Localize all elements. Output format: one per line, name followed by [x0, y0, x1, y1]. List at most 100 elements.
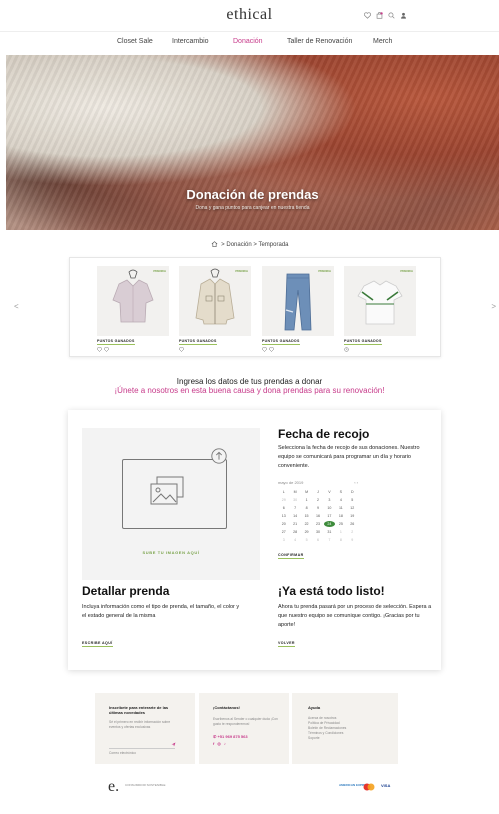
- calendar-day[interactable]: 25: [335, 521, 346, 527]
- hero-banner: Donación de prendas Dona y gana puntos p…: [6, 55, 499, 230]
- donation-form-panel: SUBE TU IMAGEN AQUÍ Fecha de recojo Sele…: [68, 410, 441, 670]
- heart-icon[interactable]: [97, 347, 102, 352]
- breadcrumb-sep: >: [253, 242, 257, 248]
- calendar-day[interactable]: 21: [289, 521, 300, 527]
- calendar-day[interactable]: 24: [323, 521, 336, 527]
- product-card[interactable]: PRENDA PUNTOS GANADOS: [344, 266, 416, 352]
- confirm-date-button[interactable]: CONFIRMAR: [278, 553, 304, 559]
- card-icons: [262, 347, 334, 352]
- calendar-day[interactable]: 7: [324, 537, 335, 543]
- calendar-day[interactable]: 3: [278, 537, 289, 543]
- carousel-next-button[interactable]: >: [491, 302, 496, 311]
- points-label: PUNTOS GANADOS: [97, 339, 135, 345]
- tiktok-icon[interactable]: ♪: [224, 741, 226, 746]
- calendar-day[interactable]: 19: [347, 513, 358, 519]
- product-image[interactable]: PRENDA: [97, 266, 169, 336]
- calendar-day[interactable]: 30: [289, 497, 300, 503]
- heart-icon[interactable]: [179, 347, 184, 352]
- heart-icon[interactable]: [104, 347, 109, 352]
- calendar-day[interactable]: 2: [312, 497, 323, 503]
- calendar-day[interactable]: 1: [335, 529, 346, 535]
- back-link[interactable]: VOLVER: [278, 641, 295, 647]
- calendar-day[interactable]: 8: [301, 505, 312, 511]
- calendar-day[interactable]: 7: [289, 505, 300, 511]
- calendar-day[interactable]: 6: [278, 505, 289, 511]
- calendar-day[interactable]: 3: [324, 497, 335, 503]
- calendar-day[interactable]: 14: [289, 513, 300, 519]
- write-here-link[interactable]: ESCRIBE AQUÍ: [82, 641, 113, 647]
- product-image[interactable]: PRENDA: [344, 266, 416, 336]
- calendar-day[interactable]: 5: [347, 497, 358, 503]
- calendar-day[interactable]: 15: [301, 513, 312, 519]
- calendar-day[interactable]: 20: [278, 521, 289, 527]
- calendar-day[interactable]: 1: [301, 497, 312, 503]
- calendar-day[interactable]: 23: [312, 521, 323, 527]
- calendar-day[interactable]: 13: [278, 513, 289, 519]
- clock-icon[interactable]: [344, 347, 349, 352]
- send-icon[interactable]: [171, 742, 176, 747]
- newsletter-email-input[interactable]: Correo electrónico: [109, 741, 175, 755]
- calendar-day[interactable]: 12: [347, 505, 358, 511]
- calendar-day[interactable]: 18: [335, 513, 346, 519]
- bag-icon[interactable]: [376, 12, 383, 19]
- calendar-day[interactable]: 16: [312, 513, 323, 519]
- image-gallery-icon: [150, 476, 184, 505]
- calendar-day[interactable]: 28: [289, 529, 300, 535]
- calendar-day[interactable]: 2: [347, 529, 358, 535]
- footer-brand-tagline: CONSUMIDOR SOSTENIBLE: [125, 783, 166, 787]
- nav-taller[interactable]: Taller de Renovación: [287, 38, 352, 45]
- calendar-day[interactable]: 6: [312, 537, 323, 543]
- product-card[interactable]: PRENDA PUNTOS GANADOS: [97, 266, 169, 352]
- carousel-prev-button[interactable]: <: [14, 302, 19, 311]
- calendar-nav[interactable]: ‹ ›: [354, 480, 358, 485]
- calendar-day[interactable]: 5: [301, 537, 312, 543]
- heart-icon[interactable]: [262, 347, 267, 352]
- calendar-day[interactable]: 27: [278, 529, 289, 535]
- nav-donacion[interactable]: Donación: [233, 38, 263, 45]
- brand-logo[interactable]: ethical: [0, 6, 499, 24]
- calendar-day[interactable]: 30: [312, 529, 323, 535]
- calendar-day[interactable]: 17: [324, 513, 335, 519]
- product-card[interactable]: PRENDA PUNTOS GANADOS: [262, 266, 334, 352]
- pickup-calendar[interactable]: mayo de 2019 ‹ › L M M J V S D 29 30 1 2 3 4 5 6 7 8 9 10 1…: [278, 480, 358, 560]
- breadcrumb-donacion[interactable]: Donación: [226, 242, 251, 248]
- nav-merch[interactable]: Merch: [373, 38, 392, 45]
- facebook-icon[interactable]: f: [213, 741, 214, 746]
- image-upload-area[interactable]: SUBE TU IMAGEN AQUÍ: [82, 428, 260, 580]
- calendar-day[interactable]: 4: [289, 537, 300, 543]
- instagram-icon[interactable]: ◎: [217, 741, 221, 746]
- calendar-day[interactable]: 31: [324, 529, 335, 535]
- nav-intercambio[interactable]: Intercambio: [172, 38, 209, 45]
- calendar-weekday: J: [317, 490, 319, 494]
- product-image[interactable]: PRENDA: [179, 266, 251, 336]
- product-card[interactable]: PRENDA PUNTOS GANADOS: [179, 266, 251, 352]
- product-carousel: < > PRENDA PUNTOS GANADOS PRENDA PUNTOS …: [14, 257, 496, 357]
- help-link-support[interactable]: Soporte: [308, 736, 346, 741]
- calendar-day[interactable]: 29: [278, 497, 289, 503]
- done-title: ¡Ya está todo listo!: [278, 584, 385, 598]
- calendar-day[interactable]: 4: [335, 497, 346, 503]
- calendar-weekday: M: [293, 490, 297, 494]
- footer-logo[interactable]: e.: [108, 778, 119, 796]
- upload-label[interactable]: SUBE TU IMAGEN AQUÍ: [82, 550, 260, 555]
- upload-cloud-icon: [211, 448, 227, 464]
- home-icon[interactable]: [211, 241, 218, 247]
- calendar-day[interactable]: 26: [347, 521, 358, 527]
- jacket-icon: [195, 268, 235, 325]
- nav-closet-sale[interactable]: Closet Sale: [117, 38, 153, 45]
- heart-icon[interactable]: [364, 12, 371, 19]
- product-image[interactable]: PRENDA: [262, 266, 334, 336]
- points-label: PUNTOS GANADOS: [179, 339, 217, 345]
- calendar-day[interactable]: 22: [301, 521, 312, 527]
- search-icon[interactable]: [388, 12, 395, 19]
- heart-icon[interactable]: [269, 347, 274, 352]
- calendar-day[interactable]: 9: [312, 505, 323, 511]
- contact-phone[interactable]: ✆ +51 969 875 563: [213, 734, 248, 739]
- product-tag: PRENDA: [318, 269, 331, 273]
- calendar-day[interactable]: 11: [335, 505, 346, 511]
- calendar-day[interactable]: 9: [347, 537, 358, 543]
- calendar-day[interactable]: 8: [335, 537, 346, 543]
- calendar-day[interactable]: 10: [324, 505, 335, 511]
- calendar-day[interactable]: 29: [301, 529, 312, 535]
- user-icon[interactable]: [400, 12, 407, 19]
